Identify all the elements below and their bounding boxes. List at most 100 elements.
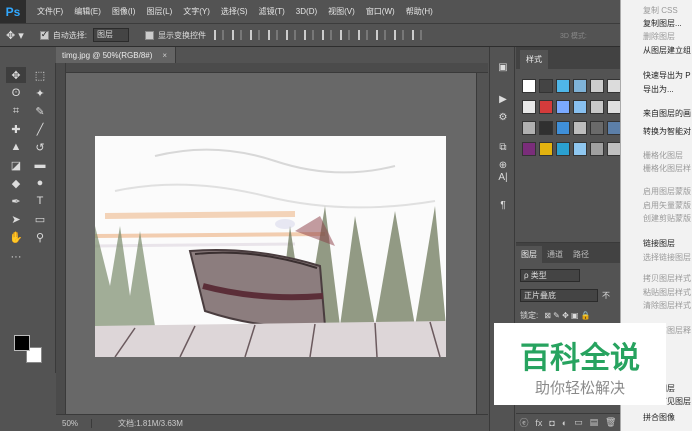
menu-item-0[interactable]: 文件(F) (37, 6, 63, 17)
extra-tools-icon[interactable]: ··· (6, 249, 26, 265)
layers-footer-icon[interactable]: fx (535, 418, 542, 428)
dodge-tool-icon[interactable]: ● (30, 175, 50, 191)
context-menu-item[interactable]: 选择链接图层 (643, 252, 691, 263)
style-swatch[interactable] (607, 142, 621, 156)
auto-select-dropdown[interactable]: 图层 (93, 28, 130, 42)
layers-footer-icon[interactable]: ⓔ (519, 416, 528, 429)
auto-select-checkbox[interactable] (39, 29, 49, 40)
context-menu-item[interactable]: 复制图层... (643, 18, 682, 29)
layers-footer-icon[interactable]: ▭ (574, 417, 583, 428)
menu-item-1[interactable]: 编辑(E) (74, 6, 101, 17)
align-left-icon[interactable] (268, 30, 279, 40)
menu-item-8[interactable]: 视图(V) (328, 6, 355, 17)
tab-paths[interactable]: 路径 (568, 246, 594, 263)
align-center-icon[interactable] (286, 30, 297, 40)
zoom-level[interactable]: 50% (56, 418, 92, 428)
menu-item-4[interactable]: 文字(Y) (183, 6, 210, 17)
distribute-bottom-icon[interactable] (358, 30, 369, 40)
adjust-icon[interactable]: ⚙ (495, 111, 511, 125)
style-swatch[interactable] (573, 121, 587, 135)
menu-item-2[interactable]: 图像(I) (112, 6, 136, 17)
style-swatch[interactable] (573, 100, 587, 114)
path-select-tool-icon[interactable]: ➤ (6, 211, 26, 227)
distribute-middle-icon[interactable] (340, 30, 351, 40)
lock-icons[interactable]: ⊠ ✎ ✥ ▣ 🔒 (544, 311, 591, 320)
move-tool-icon[interactable]: ✥ (6, 67, 26, 83)
context-menu-item[interactable]: 拼合图像 (643, 412, 675, 423)
layers-footer-icon[interactable]: 🗑 (605, 417, 616, 428)
style-swatch[interactable] (590, 121, 604, 135)
context-menu-item[interactable]: 拷贝图层样式 (643, 273, 691, 284)
layers-footer-icon[interactable]: ▤ (590, 417, 599, 428)
zoom-tool-icon[interactable]: ⚲ (30, 229, 50, 245)
healing-tool-icon[interactable]: ✚ (6, 121, 26, 137)
close-document-icon[interactable]: × (162, 51, 167, 60)
blur-tool-icon[interactable]: ◆ (6, 175, 26, 191)
style-swatch[interactable] (556, 100, 570, 114)
menu-item-9[interactable]: 窗口(W) (366, 6, 395, 17)
type-tool-icon[interactable]: T (30, 193, 50, 209)
context-menu-item[interactable]: 栅格化图层 (643, 150, 683, 161)
context-menu-item[interactable]: 导出为... (643, 84, 674, 95)
menu-item-6[interactable]: 滤镜(T) (259, 6, 285, 17)
menu-item-10[interactable]: 帮助(H) (406, 6, 433, 17)
align-middle-icon[interactable] (232, 30, 243, 40)
document-tab[interactable]: timg.jpg @ 50%(RGB/8#) × (56, 47, 176, 63)
crop-tool-icon[interactable]: ⌗ (6, 103, 26, 119)
context-menu-item[interactable]: 从图层建立组 (643, 45, 691, 56)
layer-kind-filter[interactable]: ρ 类型 (520, 268, 580, 282)
context-menu-item[interactable]: 链接图层 (643, 238, 675, 249)
eyedropper-tool-icon[interactable]: ✎ (30, 103, 50, 119)
style-swatch[interactable] (522, 142, 536, 156)
context-menu-item[interactable]: 快速导出为 P (643, 70, 691, 81)
style-swatch[interactable] (556, 79, 570, 93)
eraser-tool-icon[interactable]: ◪ (6, 157, 26, 173)
context-menu-item[interactable]: 启用图层蒙版 (643, 186, 691, 197)
align-bottom-icon[interactable] (250, 30, 261, 40)
context-menu-item[interactable]: 删除图层 (643, 31, 675, 42)
pen-tool-icon[interactable]: ✒ (6, 193, 26, 209)
style-swatch[interactable] (539, 142, 553, 156)
document-image[interactable] (95, 136, 446, 357)
style-swatch[interactable] (556, 121, 570, 135)
tab-channels[interactable]: 通道 (542, 246, 568, 263)
show-transform-checkbox[interactable] (145, 30, 155, 40)
layers-footer-icon[interactable]: ◐ (562, 418, 567, 428)
actions-play-icon[interactable]: ▶ (495, 93, 511, 107)
foreground-color-swatch[interactable] (14, 335, 30, 351)
align-top-icon[interactable] (214, 30, 225, 40)
style-swatch[interactable] (539, 79, 553, 93)
marquee-tool-icon[interactable]: ⬚ (30, 67, 50, 83)
menu-item-3[interactable]: 图层(L) (146, 6, 172, 17)
style-swatch[interactable] (607, 121, 621, 135)
hand-tool-icon[interactable]: ✋ (6, 229, 26, 245)
tab-styles[interactable]: 样式 (520, 50, 548, 69)
menu-item-7[interactable]: 3D(D) (296, 7, 317, 16)
stamp-tool-icon[interactable]: ▲ (6, 139, 26, 155)
context-menu-item[interactable]: 启用矢量蒙版 (643, 200, 691, 211)
character-icon[interactable]: A| (495, 171, 511, 185)
style-swatch[interactable] (607, 79, 621, 93)
menu-item-5[interactable]: 选择(S) (221, 6, 248, 17)
lasso-tool-icon[interactable]: ʘ (6, 85, 26, 101)
magic-wand-tool-icon[interactable]: ✦ (30, 85, 50, 101)
shape-tool-icon[interactable]: ▭ (30, 211, 50, 227)
style-swatch[interactable] (590, 100, 604, 114)
distribute-top-icon[interactable] (322, 30, 333, 40)
distribute-left-icon[interactable] (376, 30, 387, 40)
context-menu-item[interactable]: 创建剪贴蒙版 (643, 213, 691, 224)
context-menu-item[interactable]: 清除图层样式 (643, 300, 691, 311)
style-swatch[interactable] (539, 100, 553, 114)
layers-footer-icon[interactable]: ◘ (549, 418, 554, 428)
context-menu-item[interactable]: 转换为智能对 (643, 126, 691, 137)
gradient-tool-icon[interactable]: ▬ (30, 157, 50, 173)
paragraph-icon[interactable]: ¶ (495, 199, 511, 213)
move-tool-preset-icon[interactable]: ✥ ▾ (6, 29, 24, 42)
history-brush-tool-icon[interactable]: ↺ (30, 139, 50, 155)
distribute-center-icon[interactable] (394, 30, 405, 40)
style-swatch[interactable] (522, 79, 536, 93)
style-swatch[interactable] (590, 142, 604, 156)
context-menu-item[interactable]: 粘贴图层样式 (643, 287, 691, 298)
style-swatch[interactable] (573, 79, 587, 93)
context-menu-item[interactable]: 来自图层的画 (643, 108, 691, 119)
